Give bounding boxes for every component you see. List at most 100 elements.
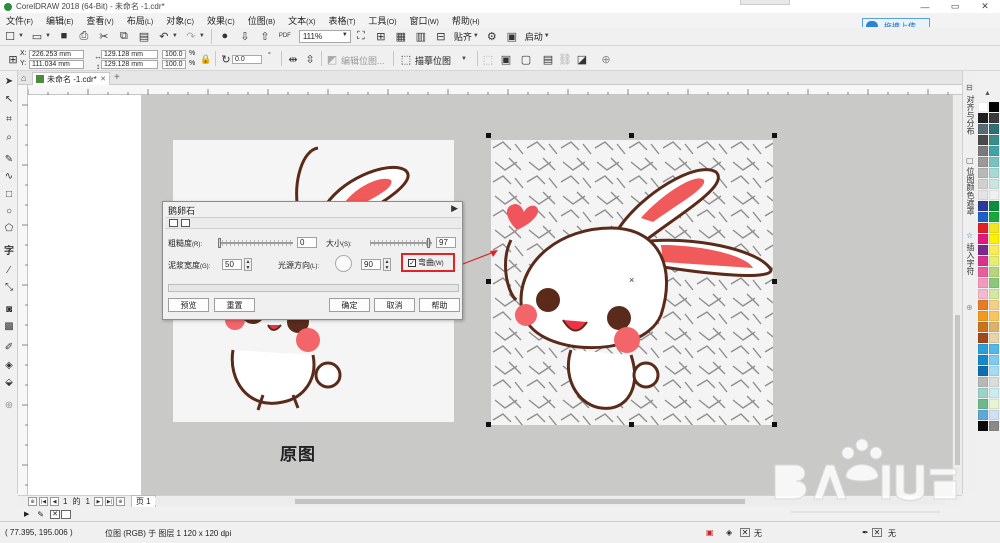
add-icon[interactable]: ⊕: [598, 51, 614, 67]
selection-handle-top[interactable]: [629, 133, 634, 138]
zoom-tool-icon[interactable]: ⌕: [3, 131, 15, 143]
new-dropdown-icon[interactable]: ▼: [18, 33, 24, 39]
size-slider[interactable]: [370, 238, 432, 248]
reset-button[interactable]: 重置: [214, 298, 255, 312]
smart-fill-tool-icon[interactable]: ⬙: [3, 376, 15, 388]
y-position-field[interactable]: 111.034 mm: [29, 60, 84, 69]
snap-icon[interactable]: ⊟: [433, 28, 449, 44]
warp-checkbox[interactable]: ✓: [408, 258, 416, 267]
selection-handle-left[interactable]: [486, 279, 491, 284]
palette-swatch[interactable]: [989, 289, 999, 299]
palette-swatch[interactable]: [978, 421, 988, 431]
docker-tab-align[interactable]: 对齐与分布: [965, 95, 976, 135]
palette-swatch[interactable]: [989, 399, 999, 409]
menu-file[interactable]: 文件(F): [0, 14, 40, 27]
roughness-field[interactable]: 0: [297, 237, 317, 248]
docker-tab-insert-character[interactable]: 插入字符: [965, 243, 976, 275]
redo-icon[interactable]: ↷: [183, 28, 199, 44]
selection-handle-top-right[interactable]: [772, 133, 777, 138]
palette-swatch[interactable]: [989, 157, 999, 167]
bitmap-color-mask-icon[interactable]: ▤: [540, 51, 556, 67]
palette-swatch[interactable]: [978, 377, 988, 387]
help-button[interactable]: 帮助: [419, 298, 460, 312]
pdf-icon[interactable]: PDF: [277, 28, 293, 44]
mirror-vertical-icon[interactable]: ⇳: [302, 51, 318, 67]
artistic-media-tool-icon[interactable]: ∿: [3, 170, 15, 182]
restore-button[interactable]: ▭: [940, 0, 970, 13]
menu-object[interactable]: 对象(C): [160, 14, 201, 27]
ellipse-tool-icon[interactable]: ○: [3, 205, 15, 217]
lock-ratio-icon[interactable]: 🔒: [198, 51, 214, 67]
roughness-slider[interactable]: [218, 238, 293, 248]
palette-swatch[interactable]: [978, 355, 988, 365]
palette-swatch[interactable]: [978, 223, 988, 233]
light-direction-dial[interactable]: [335, 255, 352, 272]
object-origin-icon[interactable]: ⊞: [5, 51, 21, 67]
palette-swatch[interactable]: [978, 278, 988, 288]
palette-swatch[interactable]: [989, 190, 999, 200]
palette-swatch[interactable]: [989, 179, 999, 189]
scale-height-field[interactable]: 100.0: [162, 60, 186, 69]
selection-handle-bottom[interactable]: [629, 422, 634, 427]
full-screen-icon[interactable]: ⛶: [353, 28, 369, 44]
palette-swatch[interactable]: [989, 300, 999, 310]
horizontal-scroll-thumb[interactable]: [295, 499, 745, 504]
vertical-scrollbar[interactable]: [952, 95, 962, 495]
selection-handle-bottom-left[interactable]: [486, 422, 491, 427]
next-page-icon[interactable]: ▶: [93, 497, 103, 506]
palette-swatch[interactable]: [978, 168, 988, 178]
horizontal-scrollbar[interactable]: [155, 497, 945, 505]
palette-swatch[interactable]: [978, 322, 988, 332]
interactive-fill-tool-icon[interactable]: ◈: [3, 359, 15, 371]
launch-dropdown-icon[interactable]: ▼: [544, 33, 550, 39]
copy-icon[interactable]: ⧉: [116, 28, 132, 44]
height-field[interactable]: 129.128 mm: [101, 60, 158, 69]
menu-edit[interactable]: 编辑(E): [40, 14, 80, 27]
palette-swatch[interactable]: [978, 289, 988, 299]
palette-swatch[interactable]: [989, 168, 999, 178]
paste-icon[interactable]: ▤: [136, 28, 152, 44]
shape-tool-icon[interactable]: ↖: [3, 93, 15, 105]
palette-swatch[interactable]: [989, 377, 999, 387]
options-gear-icon[interactable]: ⚙: [484, 28, 500, 44]
fill-color-icon[interactable]: ◈: [726, 528, 732, 537]
palette-scroll-up-icon[interactable]: ▲: [984, 90, 991, 97]
palette-swatch[interactable]: [989, 278, 999, 288]
palette-menu-icon[interactable]: ▶: [24, 510, 29, 518]
palette-swatch[interactable]: [989, 388, 999, 398]
add-page-before-icon[interactable]: ⊕: [28, 497, 37, 506]
palette-swatch[interactable]: [989, 135, 999, 145]
preview-button[interactable]: 预览: [168, 298, 209, 312]
transparency-icon[interactable]: ◪: [574, 51, 590, 67]
palette-swatch[interactable]: [989, 201, 999, 211]
menu-text[interactable]: 文本(X): [282, 14, 322, 27]
palette-swatch[interactable]: [978, 135, 988, 145]
pick-tool-icon[interactable]: ➤: [3, 75, 15, 87]
open-folder-icon[interactable]: ▭: [29, 28, 45, 44]
palette-swatch[interactable]: [978, 267, 988, 277]
palette-swatch[interactable]: [978, 102, 988, 112]
cut-icon[interactable]: ✂: [96, 28, 112, 44]
palette-swatch[interactable]: [978, 157, 988, 167]
palette-swatch[interactable]: [978, 256, 988, 266]
undo-dropdown-icon[interactable]: ▼: [172, 33, 178, 39]
menu-tools[interactable]: 工具(O): [362, 14, 403, 27]
menu-view[interactable]: 查看(V): [80, 14, 120, 27]
palette-swatch[interactable]: [989, 311, 999, 321]
mirror-horizontal-icon[interactable]: ⇹: [285, 51, 301, 67]
palette-swatch[interactable]: [978, 344, 988, 354]
menu-effects[interactable]: 效果(C): [201, 14, 242, 27]
palette-swatch[interactable]: [978, 333, 988, 343]
no-color-swatch[interactable]: ✕: [50, 509, 61, 519]
link-icon[interactable]: ⛓: [557, 51, 573, 67]
redo-dropdown-icon[interactable]: ▼: [199, 33, 205, 39]
palette-swatch[interactable]: [978, 366, 988, 376]
new-tab-icon[interactable]: +: [114, 72, 120, 83]
white-swatch[interactable]: [61, 509, 72, 519]
palette-swatch[interactable]: [989, 212, 999, 222]
palette-swatch[interactable]: [989, 322, 999, 332]
close-tab-icon[interactable]: ✕: [100, 75, 106, 83]
resample-icon[interactable]: ▣: [498, 51, 514, 67]
menu-bitmaps[interactable]: 位图(B): [242, 14, 282, 27]
show-grid-icon[interactable]: ▦: [393, 28, 409, 44]
